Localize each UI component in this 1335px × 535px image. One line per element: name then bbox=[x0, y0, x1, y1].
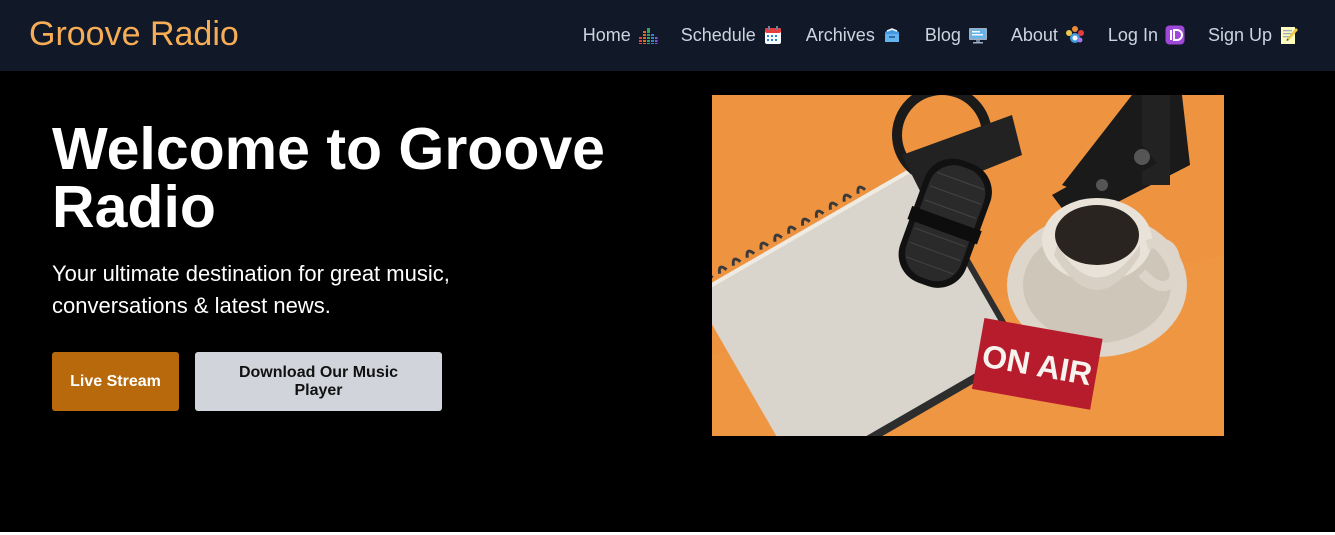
nav-about-label: About bbox=[1010, 25, 1058, 45]
file-box-icon bbox=[882, 25, 902, 45]
nav-schedule-label: Schedule bbox=[680, 25, 756, 45]
nav-login-label: Log In bbox=[1107, 25, 1158, 45]
nav-archives-link[interactable]: Archives bbox=[806, 22, 902, 48]
on-air-studio-image: ON AIR bbox=[712, 95, 1224, 436]
hero-subtitle: Your ultimate destination for great musi… bbox=[52, 261, 450, 318]
top-navbar: Groove Radio Home Schedule Archives Blog… bbox=[0, 0, 1335, 71]
people-icon bbox=[1065, 25, 1085, 45]
nav-schedule-link[interactable]: Schedule bbox=[681, 22, 783, 48]
nav-home-link[interactable]: Home bbox=[583, 22, 658, 48]
nav-blog-link[interactable]: Blog bbox=[925, 22, 988, 48]
brand-logo-link[interactable]: Groove Radio bbox=[29, 14, 239, 54]
nav-blog-label: Blog bbox=[924, 25, 961, 45]
nav-signup-label: Sign Up bbox=[1207, 25, 1272, 45]
calendar-icon bbox=[763, 25, 783, 45]
id-icon bbox=[1165, 25, 1185, 45]
main-navigation: Home Schedule Archives Blog About Log In… bbox=[583, 22, 1299, 48]
equalizer-icon bbox=[638, 25, 658, 45]
monitor-icon bbox=[968, 25, 988, 45]
live-stream-button[interactable]: Live Stream bbox=[52, 352, 179, 411]
hero-section: Welcome to Groove Radio Your ultimate de… bbox=[0, 71, 1335, 532]
nav-signup-link[interactable]: Sign Up bbox=[1208, 22, 1299, 48]
nav-about-link[interactable]: About bbox=[1011, 22, 1085, 48]
nav-archives-label: Archives bbox=[805, 25, 875, 45]
nav-login-link[interactable]: Log In bbox=[1108, 22, 1185, 48]
hero-title: Welcome to Groove Radio bbox=[52, 116, 605, 240]
memo-icon bbox=[1279, 25, 1299, 45]
download-player-button[interactable]: Download Our Music Player bbox=[195, 352, 442, 411]
nav-home-label: Home bbox=[582, 25, 631, 45]
